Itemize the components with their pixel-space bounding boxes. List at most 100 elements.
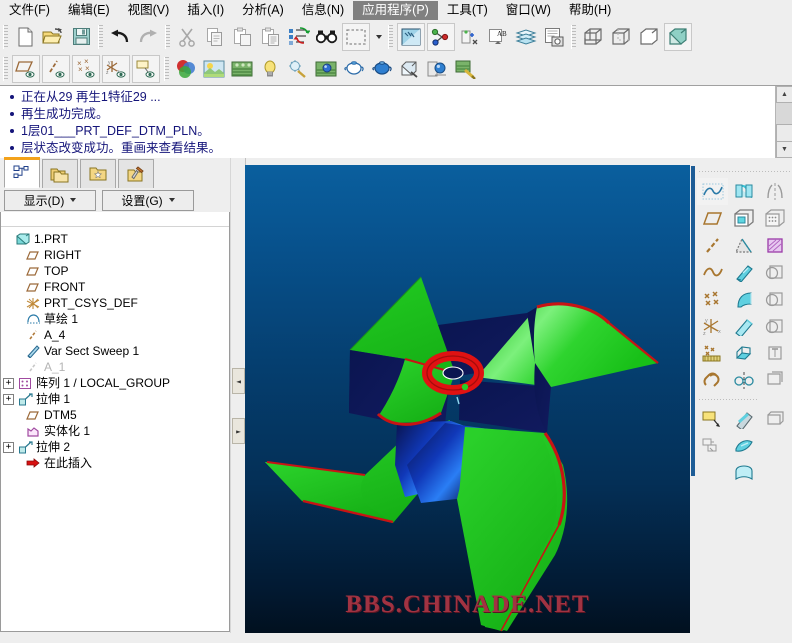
expand-toggle[interactable]: + [3, 393, 14, 405]
datum-plane-icon[interactable] [697, 205, 728, 232]
shading-icon[interactable] [664, 22, 692, 51]
expand-toggle[interactable]: + [3, 441, 14, 453]
menu-edit[interactable]: 编辑(E) [59, 1, 119, 20]
extrude-icon[interactable] [728, 178, 759, 205]
datum-plane-display-icon[interactable] [12, 54, 40, 83]
tree-item-solidify[interactable]: 实体化 1 [1, 423, 229, 439]
annotation-note-icon[interactable] [697, 406, 728, 433]
tree-item-extrude-1[interactable]: + 拉伸 1 [1, 391, 229, 407]
menu-info[interactable]: 信息(N) [293, 1, 353, 20]
tree-item-datum-right[interactable]: RIGHT [1, 247, 229, 263]
appearance-icon[interactable] [457, 24, 483, 50]
render-window-icon[interactable] [397, 22, 425, 51]
datum-point-icon[interactable] [697, 286, 728, 313]
panel-splitter[interactable]: ◄ ► [230, 158, 246, 633]
find-icon[interactable] [314, 24, 340, 50]
sweep-icon[interactable] [728, 259, 759, 286]
spot-light-icon[interactable] [425, 56, 451, 82]
move-copy-icon[interactable] [728, 340, 759, 367]
regenerate-icon[interactable] [286, 24, 312, 50]
collapse-right-handle[interactable]: ► [232, 418, 245, 444]
lights-icon[interactable] [257, 56, 283, 82]
tab-connections[interactable] [118, 159, 154, 188]
new-file-icon[interactable] [12, 24, 38, 50]
tree-item-datum-front[interactable]: FRONT [1, 279, 229, 295]
tree-item-pattern[interactable]: + 阵列 1 / LOCAL_GROUP [1, 375, 229, 391]
model-shade-icon[interactable] [397, 56, 423, 82]
graphics-viewport[interactable]: BBS.CHINADE.NET [245, 165, 690, 633]
copy-geom-icon[interactable] [697, 433, 728, 460]
scroll-up-button[interactable]: ▲ [776, 86, 792, 103]
menu-help[interactable]: 帮助(H) [560, 1, 620, 20]
round-icon[interactable] [759, 259, 790, 286]
menu-window[interactable]: 窗口(W) [497, 1, 560, 20]
expand-toggle[interactable]: + [3, 377, 14, 389]
menu-file[interactable]: 文件(F) [0, 1, 59, 20]
toolbar-grip[interactable] [165, 24, 170, 49]
datum-axis-icon[interactable] [697, 232, 728, 259]
point-array-icon[interactable] [697, 340, 728, 367]
menu-applications[interactable]: 应用程序(P) [353, 0, 438, 20]
tree-item-extrude-2[interactable]: + 拉伸 2 [1, 439, 229, 455]
open-folder-icon[interactable] [40, 24, 66, 50]
menu-insert[interactable]: 插入(I) [178, 1, 233, 20]
undo-icon[interactable] [107, 24, 133, 50]
hidden-line-icon[interactable] [608, 24, 634, 50]
tab-folder-browser[interactable] [42, 159, 78, 188]
settings-dropdown[interactable]: 设置(G) [102, 189, 194, 211]
tab-model-tree[interactable] [4, 157, 40, 188]
menu-tools[interactable]: 工具(T) [438, 1, 497, 20]
menu-view[interactable]: 视图(V) [119, 1, 179, 20]
capture-image-icon[interactable] [541, 24, 567, 50]
datum-display-icon[interactable] [427, 22, 455, 51]
toolbar-grip[interactable] [699, 168, 790, 175]
model-tree[interactable]: 1.PRT RIGHT TOP FRONT PRT_CSYS_DEF 草绘 1 … [0, 212, 230, 632]
thicken-icon[interactable] [728, 406, 759, 433]
hole-icon[interactable] [759, 340, 790, 367]
curve-icon[interactable] [697, 259, 728, 286]
blend-icon[interactable] [728, 286, 759, 313]
color-appearance-icon[interactable] [173, 56, 199, 82]
datum-csys-display-icon[interactable]: yzx [102, 54, 130, 83]
chamfer-icon[interactable] [759, 286, 790, 313]
datum-csys-icon[interactable]: y z x [697, 313, 728, 340]
redo-icon[interactable] [135, 24, 161, 50]
toolbar-grip[interactable] [98, 24, 103, 49]
paste-special-icon[interactable] [258, 24, 284, 50]
toolbar-grip[interactable] [699, 396, 759, 403]
toolbar-grip[interactable] [388, 24, 393, 49]
surface-trim-icon[interactable] [728, 433, 759, 460]
paint-brush-icon[interactable] [453, 56, 479, 82]
mirror-icon[interactable] [759, 178, 790, 205]
draft-icon[interactable] [728, 232, 759, 259]
patch-surface-icon[interactable] [728, 460, 759, 487]
tree-item-axis-a4[interactable]: A_4 [1, 327, 229, 343]
toolbar-grip[interactable] [3, 24, 8, 49]
scroll-down-button[interactable]: ▼ [776, 141, 792, 158]
rib-icon[interactable] [728, 313, 759, 340]
collapse-left-handle[interactable]: ◄ [232, 368, 245, 394]
layers-icon[interactable] [513, 24, 539, 50]
teapot-white-icon[interactable] [341, 56, 367, 82]
trim-icon[interactable] [759, 313, 790, 340]
no-hidden-icon[interactable] [636, 24, 662, 50]
section-icon[interactable] [759, 232, 790, 259]
teapot-blue-icon[interactable] [369, 56, 395, 82]
tree-item-sketch[interactable]: 草绘 1 [1, 311, 229, 327]
sketch-curve-icon[interactable] [697, 178, 728, 205]
copy-icon[interactable] [202, 24, 228, 50]
tab-favorites[interactable] [80, 159, 116, 188]
select-box-icon[interactable] [342, 22, 370, 51]
shell-icon[interactable] [728, 205, 759, 232]
text-style-icon[interactable]: AB [485, 24, 511, 50]
save-icon[interactable] [68, 24, 94, 50]
select-dropdown-caret-icon[interactable] [372, 24, 384, 50]
tree-item-var-sect-sweep[interactable]: Var Sect Sweep 1 [1, 343, 229, 359]
tree-item-datum-top[interactable]: TOP [1, 263, 229, 279]
tree-item-axis-a1[interactable]: A_1 [1, 359, 229, 375]
annotation-display-icon[interactable] [132, 54, 160, 83]
tree-item-insert-here[interactable]: 在此插入 [1, 455, 229, 471]
toolbar-grip[interactable] [164, 56, 169, 81]
scrollbar-thumb[interactable] [776, 124, 792, 142]
datum-ref-icon[interactable] [697, 367, 728, 394]
